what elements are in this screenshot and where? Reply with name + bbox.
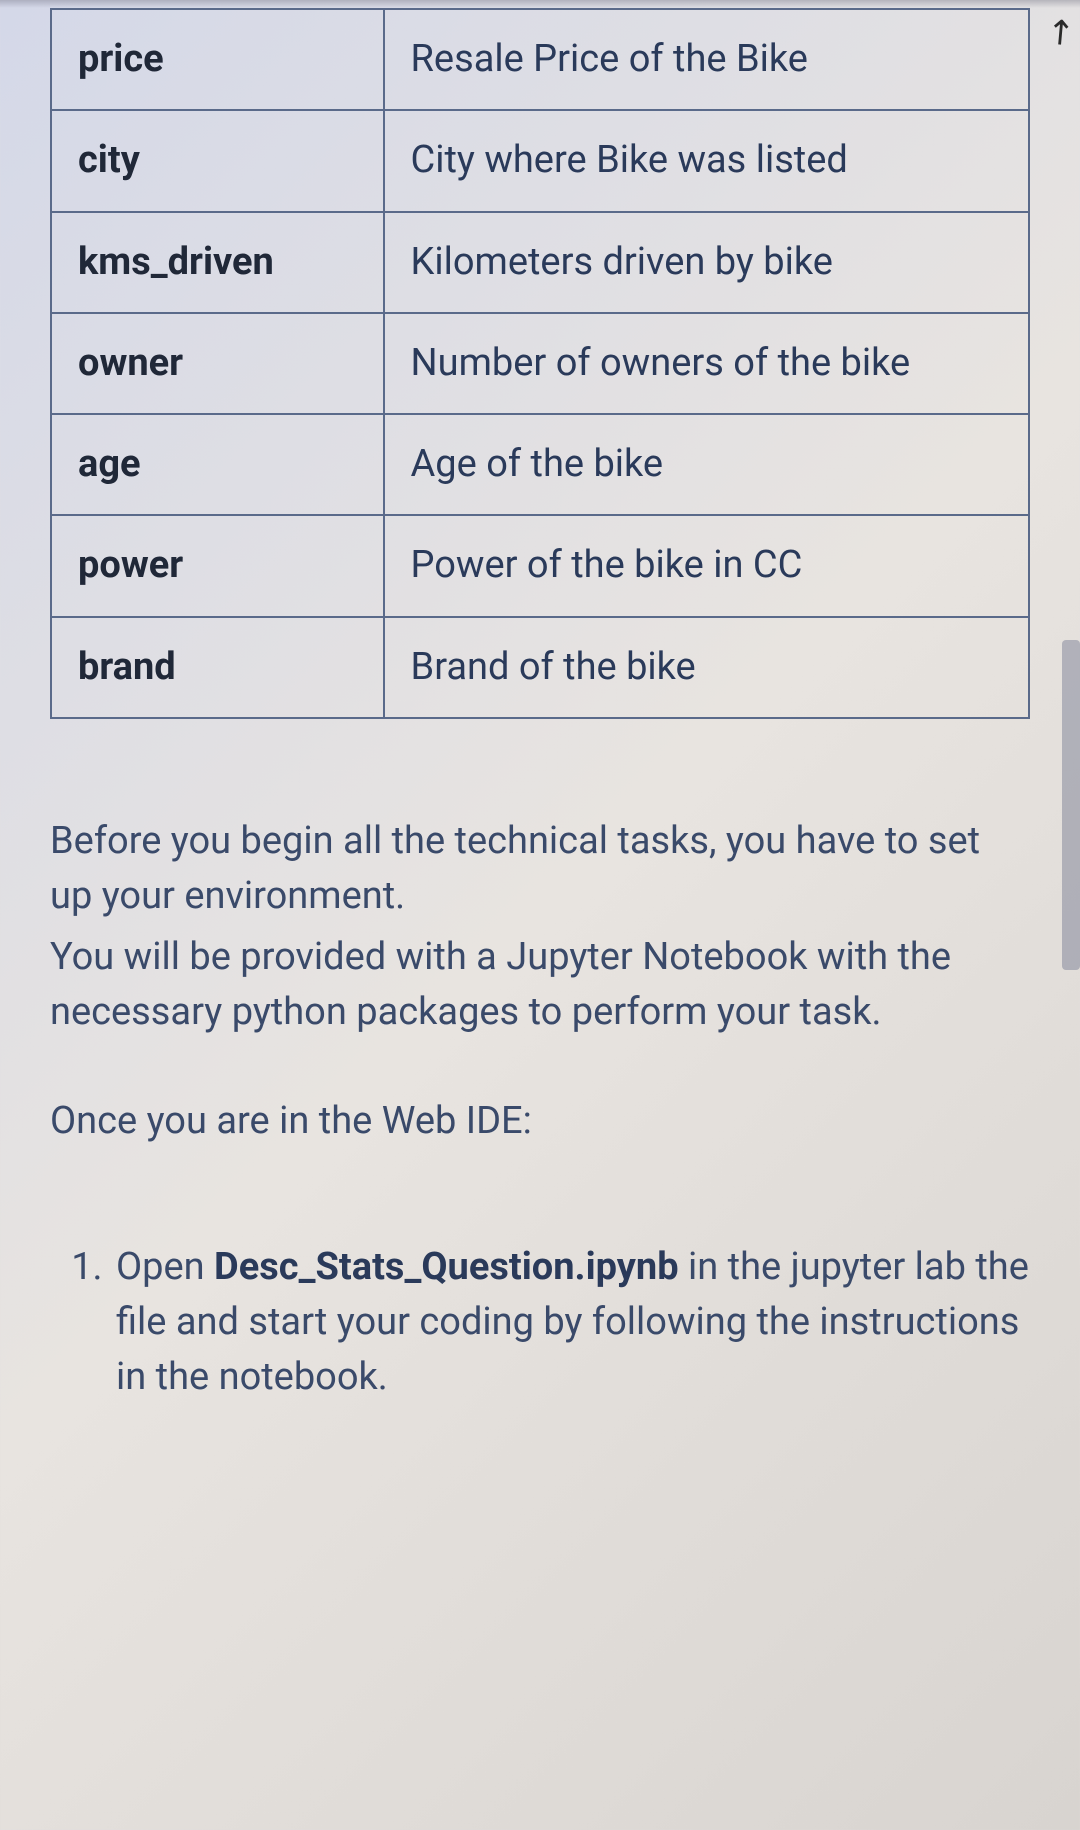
table-row: city City where Bike was listed [51,110,1029,211]
table-row: age Age of the bike [51,414,1029,515]
table-key: city [51,110,384,211]
intro-paragraph: You will be provided with a Jupyter Note… [50,930,1020,1040]
table-row: kms_driven Kilometers driven by bike [51,212,1029,313]
table-key: power [51,515,384,616]
definitions-table: price Resale Price of the Bike city City… [50,8,1030,719]
table-value: Age of the bike [384,414,1029,515]
table-key: owner [51,313,384,414]
table-row: brand Brand of the bike [51,617,1029,718]
intro-text-block: Before you begin all the technical tasks… [50,814,1030,1149]
table-value: Number of owners of the bike [384,313,1029,414]
corner-arrow-icon: ↗ [1036,8,1080,57]
table-value: Resale Price of the Bike [384,9,1029,110]
step-text-prefix: Open [116,1245,214,1289]
table-key: kms_driven [51,212,384,313]
step-item: Open Desc_Stats_Question.ipynb in the ju… [112,1240,1030,1405]
notebook-filename: Desc_Stats_Question.ipynb [214,1245,679,1289]
table-row: price Resale Price of the Bike [51,9,1029,110]
table-value: City where Bike was listed [384,110,1029,211]
scrollbar-thumb[interactable] [1062,640,1080,970]
table-value: Power of the bike in CC [384,515,1029,616]
table-value: Kilometers driven by bike [384,212,1029,313]
table-value: Brand of the bike [384,617,1029,718]
table-key: brand [51,617,384,718]
table-row: owner Number of owners of the bike [51,313,1029,414]
steps-list: Open Desc_Stats_Question.ipynb in the ju… [50,1240,1030,1405]
table-key: price [51,9,384,110]
ide-paragraph: Once you are in the Web IDE: [50,1094,1020,1149]
table-row: power Power of the bike in CC [51,515,1029,616]
intro-paragraph: Before you begin all the technical tasks… [50,814,1020,924]
table-key: age [51,414,384,515]
